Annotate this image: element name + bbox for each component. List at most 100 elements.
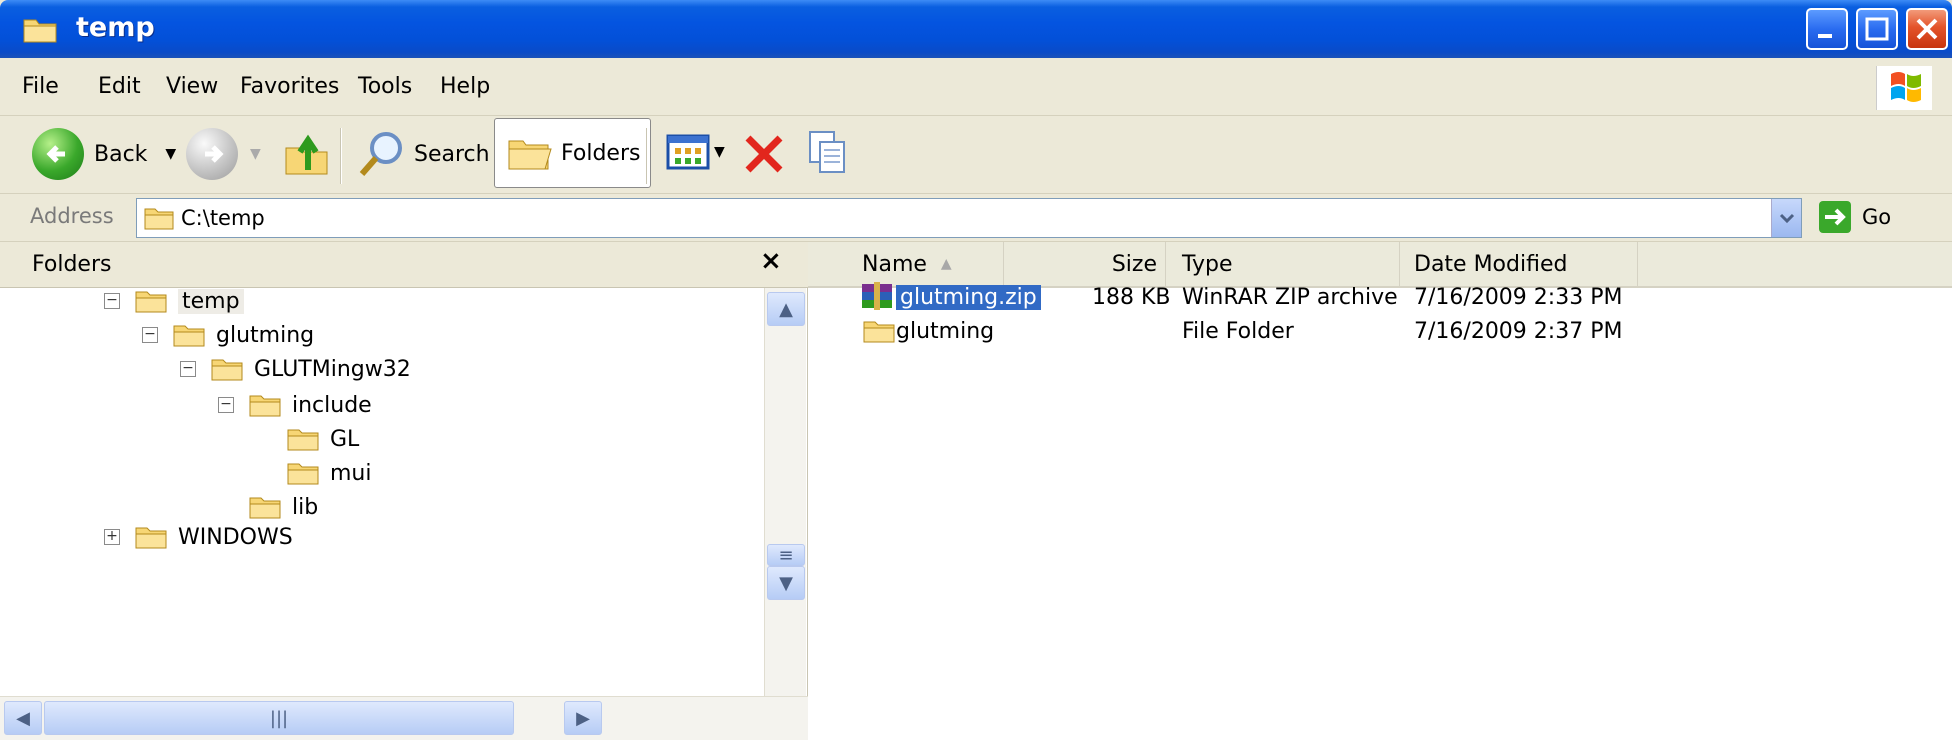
sort-ascending-icon: ▲ [940,256,952,272]
file-row-glutming-folder[interactable]: glutming [862,314,994,348]
column-header-empty [1638,242,1952,288]
folder-icon [173,325,205,347]
folder-icon [249,395,281,417]
column-type-label: Type [1182,251,1233,277]
scroll-right-button[interactable]: ▶ [564,701,602,735]
folder-up-icon [285,134,328,175]
folders-pane-close-button[interactable]: × [760,246,782,276]
file-date: 7/16/2009 2:33 PM [1414,284,1623,310]
minimize-button[interactable] [1806,8,1848,50]
views-dropdown-icon[interactable]: ▼ [714,144,725,160]
forward-arrow-icon [186,128,238,180]
menu-edit[interactable]: Edit [98,74,141,99]
tree-item-include[interactable]: − include [218,388,372,422]
maximize-icon [1865,17,1889,41]
maximize-button[interactable] [1856,8,1898,50]
menu-view[interactable]: View [166,74,218,99]
views-button[interactable]: ▼ [666,132,725,172]
address-path: C:\temp [181,206,265,230]
file-date: 7/16/2009 2:37 PM [1414,318,1623,344]
folder-icon [23,19,57,43]
toolbar: Back ▼ ▼ Search Folders ▼ [0,116,1952,194]
tree-label: WINDOWS [178,524,293,550]
tree-label: lib [292,494,319,520]
scroll-thumb-horizontal[interactable]: ||| [44,701,514,735]
tree-item-temp[interactable]: − temp [104,284,244,318]
winrar-archive-icon [862,282,892,310]
menu-bar: File Edit View Favorites Tools Help [0,58,1952,116]
folder-icon [287,463,319,485]
folders-pane-header: Folders × [0,242,808,288]
menu-tools[interactable]: Tools [358,74,412,99]
folder-icon [211,359,243,381]
tree-item-glutming[interactable]: − glutming [142,318,314,352]
tree-label: mui [330,460,372,486]
file-row-glutming-zip[interactable]: glutming.zip [860,280,1041,314]
tree-label: include [292,392,372,418]
title-bar[interactable]: temp [0,0,1952,58]
close-button[interactable] [1906,8,1948,50]
forward-button[interactable]: ▼ [186,128,261,180]
folder-icon [135,527,167,549]
file-type: File Folder [1182,318,1294,344]
back-label: Back [94,141,148,167]
address-input[interactable]: C:\temp [136,198,1802,238]
tree-item-lib[interactable]: lib [248,490,318,524]
go-button[interactable]: Go [1818,200,1891,234]
column-date-label: Date Modified [1414,251,1568,277]
close-icon [1916,18,1938,40]
folders-vertical-scrollbar[interactable]: ▲ ≡ ▼ [764,288,806,696]
address-label: Address [30,204,114,228]
folders-horizontal-scrollbar[interactable]: ◀ ||| ▶ [0,696,808,740]
go-label: Go [1862,205,1892,229]
folder-icon [249,497,281,519]
address-bar: Address C:\temp Go [0,194,1952,242]
collapse-icon[interactable]: − [180,361,196,377]
tree-item-mui[interactable]: mui [286,456,372,490]
search-label: Search [414,141,490,167]
back-button[interactable]: Back ▼ [32,128,176,180]
up-button[interactable] [282,130,332,180]
file-size: 188 KB [1092,284,1171,310]
tree-item-glutmingw32[interactable]: − GLUTMingw32 [180,352,411,386]
folder-icon [144,208,174,230]
window-title: temp [76,12,155,43]
scroll-up-button[interactable]: ▲ [767,292,805,326]
folders-pane: Folders × − temp − glutming − GLUTMingw3… [0,242,808,740]
file-name: glutming [896,318,995,344]
scroll-thumb[interactable]: ≡ [767,544,805,566]
tree-label: glutming [216,322,315,348]
menu-help[interactable]: Help [440,74,490,99]
tree-label: GLUTMingw32 [254,356,411,382]
menu-file[interactable]: File [22,74,59,99]
tree-label: temp [178,288,244,314]
collapse-icon[interactable]: − [142,327,158,343]
menu-favorites[interactable]: Favorites [240,74,339,99]
forward-dropdown-icon[interactable]: ▼ [250,146,261,162]
scroll-left-button[interactable]: ◀ [4,701,42,735]
copy-button[interactable] [806,128,850,178]
tree-item-windows[interactable]: + WINDOWS [104,520,293,554]
explorer-window: temp File Edit View Favorites Tools Help [0,0,1952,740]
expand-icon[interactable]: + [104,529,120,545]
folder-icon [287,429,319,451]
delete-button[interactable] [742,132,786,176]
file-name: glutming.zip [896,284,1041,310]
folders-pane-title: Folders [32,252,112,277]
delete-x-icon [745,135,783,173]
search-button[interactable]: Search [356,128,490,180]
folders-button[interactable]: Folders [494,118,652,188]
tree-item-gl[interactable]: GL [286,422,359,456]
back-dropdown-icon[interactable]: ▼ [165,146,176,162]
address-dropdown-button[interactable] [1771,199,1801,237]
collapse-icon[interactable]: − [104,293,120,309]
file-list-pane: Name ▲ Size Type Date Modified glutming.… [808,242,1952,740]
windows-flag-icon [1891,72,1921,102]
chevron-down-icon [1779,213,1795,224]
views-icon [666,134,710,170]
collapse-icon[interactable]: − [218,397,234,413]
folders-label: Folders [561,140,641,166]
go-arrow-icon [1819,201,1851,233]
scroll-down-button[interactable]: ▼ [767,566,805,600]
search-icon [359,132,402,176]
